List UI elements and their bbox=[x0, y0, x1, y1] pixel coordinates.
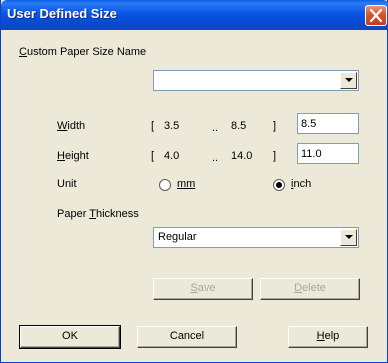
width-input[interactable] bbox=[298, 114, 358, 133]
height-max: 14.0 bbox=[231, 150, 253, 162]
thickness-combo[interactable]: Regular bbox=[153, 227, 359, 248]
ok-button[interactable]: OK bbox=[19, 325, 121, 349]
delete-button[interactable]: Delete bbox=[260, 278, 360, 300]
width-range-close: ] bbox=[273, 120, 277, 132]
width-label-mnemonic: W bbox=[57, 120, 68, 132]
unit-mm-radio[interactable] bbox=[159, 179, 171, 191]
width-range-sep: .. bbox=[212, 122, 219, 134]
height-range-close: ] bbox=[273, 150, 277, 162]
custom-name-label-mnemonic: C bbox=[19, 46, 27, 58]
thickness-dropdown-button[interactable] bbox=[340, 229, 357, 246]
cancel-button[interactable]: Cancel bbox=[137, 326, 237, 348]
custom-name-combo[interactable] bbox=[153, 70, 359, 91]
dialog-window: User Defined Size Custom Paper Size Name… bbox=[0, 0, 388, 363]
custom-name-label-rest: ustom Paper Size Name bbox=[26, 46, 147, 58]
width-label-rest: idth bbox=[67, 120, 86, 132]
height-input[interactable] bbox=[298, 144, 358, 163]
help-label-rest: elp bbox=[324, 330, 340, 342]
width-max: 8.5 bbox=[231, 120, 247, 132]
width-min: 3.5 bbox=[164, 120, 180, 132]
thickness-label: Paper Thickness bbox=[57, 208, 139, 220]
window-title: User Defined Size bbox=[7, 6, 117, 21]
height-min: 4.0 bbox=[164, 150, 180, 162]
thickness-label-rest: hickness bbox=[95, 208, 139, 220]
delete-label-rest: elete bbox=[302, 282, 326, 294]
save-label-rest: ave bbox=[197, 282, 216, 294]
delete-label-mnemonic: D bbox=[294, 282, 303, 294]
height-label: Height bbox=[57, 150, 89, 162]
chevron-down-icon bbox=[345, 78, 353, 82]
height-label-rest: eight bbox=[64, 150, 89, 162]
height-label-mnemonic: H bbox=[57, 150, 65, 162]
help-label-mnemonic: H bbox=[316, 330, 325, 342]
thickness-value: Regular bbox=[158, 231, 197, 243]
unit-inch-label[interactable]: inch bbox=[291, 178, 311, 190]
unit-mm-label[interactable]: mm bbox=[177, 178, 195, 190]
width-label: Width bbox=[57, 120, 85, 132]
unit-label: Unit bbox=[57, 178, 77, 190]
height-range-sep: .. bbox=[212, 152, 219, 164]
help-button[interactable]: Help bbox=[288, 326, 368, 348]
height-input-box[interactable] bbox=[297, 143, 359, 164]
width-range-open: [ bbox=[151, 120, 155, 132]
thickness-label-start: Paper bbox=[57, 208, 90, 220]
title-bar[interactable]: User Defined Size bbox=[1, 0, 388, 30]
close-icon bbox=[370, 9, 382, 22]
thickness-label-mnemonic: T bbox=[89, 208, 96, 220]
unit-inch-radio[interactable] bbox=[273, 179, 285, 191]
unit-inch-label-rest: nch bbox=[293, 178, 312, 190]
save-button[interactable]: Save bbox=[153, 278, 253, 300]
custom-name-label: Custom Paper Size Name bbox=[19, 46, 146, 58]
width-input-box[interactable] bbox=[297, 113, 359, 134]
chevron-down-icon bbox=[345, 235, 353, 239]
custom-name-dropdown-button[interactable] bbox=[340, 72, 357, 89]
height-range-open: [ bbox=[151, 150, 155, 162]
save-label-mnemonic: S bbox=[190, 282, 198, 294]
close-button[interactable] bbox=[365, 5, 387, 26]
